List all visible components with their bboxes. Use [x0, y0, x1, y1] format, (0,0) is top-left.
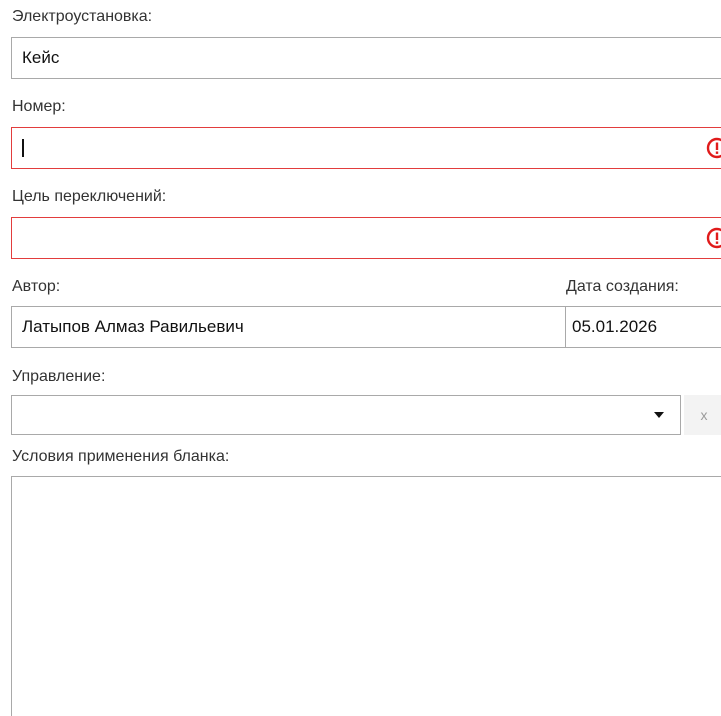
switch-purpose-label: Цель переключений: [12, 188, 167, 205]
author-value: Латыпов Алмаз Равильевич [22, 317, 244, 336]
author-label: Автор: [12, 278, 61, 295]
text-caret [22, 139, 24, 157]
created-date-field[interactable]: 05.01.2026 [565, 306, 721, 348]
created-date-value: 05.01.2026 [572, 317, 658, 336]
number-label: Номер: [12, 98, 66, 115]
management-clear-button[interactable]: x [684, 395, 721, 435]
created-date-label: Дата создания: [566, 278, 679, 295]
conditions-label: Условия применения бланка: [12, 448, 230, 465]
installation-value: Кейс [22, 48, 60, 67]
chevron-down-icon[interactable] [654, 412, 664, 418]
switch-purpose-input[interactable] [11, 217, 721, 259]
installation-field[interactable]: Кейс [11, 37, 721, 79]
form: Электроустановка: Кейс Номер: Цель перек… [0, 0, 721, 716]
exclamation-circle-icon [706, 227, 721, 249]
management-select[interactable] [11, 395, 681, 435]
installation-label: Электроустановка: [12, 8, 153, 25]
conditions-textarea[interactable] [11, 476, 721, 716]
number-input[interactable] [11, 127, 721, 169]
management-label: Управление: [12, 368, 106, 385]
author-field[interactable]: Латыпов Алмаз Равильевич [11, 306, 566, 348]
exclamation-circle-icon [706, 137, 721, 159]
